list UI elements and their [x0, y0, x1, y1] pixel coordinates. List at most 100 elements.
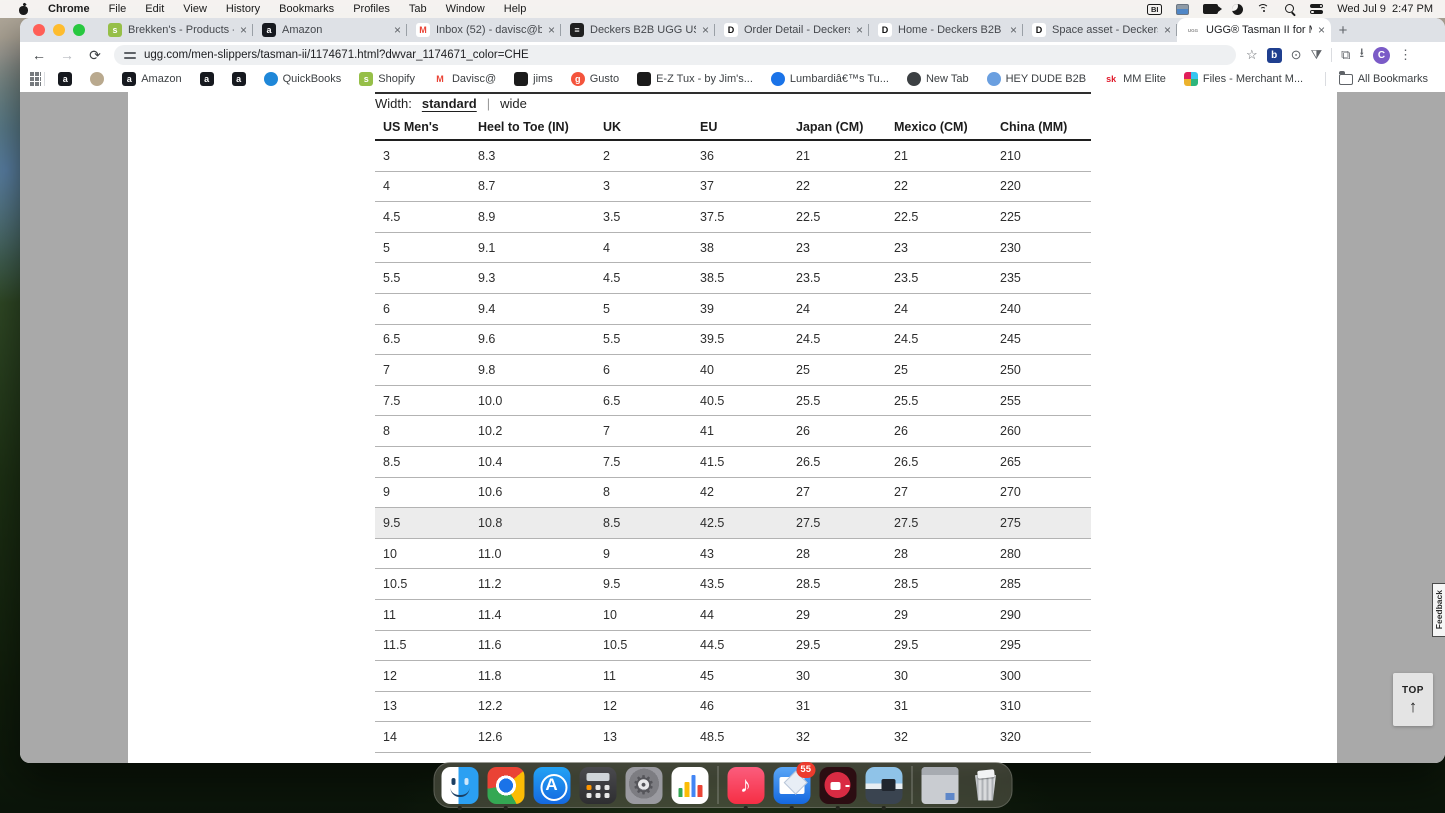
bookmark-shopify[interactable]: sShopify [350, 72, 424, 86]
bookmark-lumbardi-s-tu[interactable]: Lumbardiâ€™s Tu... [762, 72, 898, 86]
camera-app-icon[interactable] [1203, 2, 1218, 16]
menu-item-help[interactable]: Help [504, 3, 527, 15]
spotlight-search-icon[interactable] [1285, 2, 1296, 16]
new-tab-button[interactable]: + [1331, 18, 1355, 42]
bookmark-amazon[interactable]: a [49, 72, 81, 86]
bookmark-amazon[interactable]: a [191, 72, 223, 86]
bookmark-b2b[interactable]: B2B [1312, 73, 1321, 85]
menu-item-history[interactable]: History [226, 3, 260, 15]
bookmark-gusto[interactable]: gGusto [562, 72, 628, 86]
browser-tab[interactable]: MInbox (52) - davisc@brekken× [407, 18, 561, 42]
forward-button[interactable]: → [58, 47, 76, 63]
site-settings-icon[interactable] [124, 50, 136, 60]
window-app-icon[interactable] [1176, 2, 1189, 16]
browser-tab[interactable]: ≡Deckers B2B UGG US Portal× [561, 18, 715, 42]
reading-mode-icon[interactable]: ⧉ [1341, 47, 1350, 63]
table-row[interactable]: 910.68422727270 [375, 478, 1091, 509]
downloads-icon[interactable]: ⭳ [1359, 44, 1364, 66]
dock-item-chrome[interactable] [487, 767, 524, 804]
wifi-icon[interactable] [1257, 2, 1271, 16]
table-row[interactable]: 7.510.06.540.525.525.5255 [375, 386, 1091, 417]
table-row[interactable]: 4.58.93.537.522.522.5225 [375, 202, 1091, 233]
table-row[interactable]: 59.14382323230 [375, 233, 1091, 264]
table-row[interactable]: 38.32362121210 [375, 141, 1091, 172]
reload-button[interactable]: ⟳ [86, 47, 104, 64]
close-window-button[interactable] [33, 24, 45, 36]
chrome-menu-icon[interactable]: ⋮ [1399, 47, 1412, 63]
menu-app-name[interactable]: Chrome [48, 3, 90, 15]
table-row[interactable]: 1211.811453030300 [375, 661, 1091, 692]
bookmark-mm-elite[interactable]: skMM Elite [1095, 72, 1175, 86]
table-row[interactable]: 48.73372222220 [375, 172, 1091, 203]
feedback-button[interactable]: Feedback [1432, 583, 1445, 637]
browser-tab[interactable]: DSpace asset - Deckers Asset× [1023, 18, 1177, 42]
width-option-standard[interactable]: standard [422, 96, 477, 111]
bookmark-e-z-tux-by-jim-s[interactable]: E-Z Tux - by Jim's... [628, 72, 762, 86]
width-option-wide[interactable]: wide [500, 96, 527, 111]
bi-app-icon[interactable]: BI [1147, 2, 1162, 16]
back-button[interactable]: ← [30, 47, 48, 63]
dock-item-photos[interactable] [865, 767, 902, 804]
menu-item-window[interactable]: Window [446, 3, 485, 15]
dock-item-trash[interactable] [967, 767, 1004, 804]
dock-item-minimized-window[interactable] [921, 767, 958, 804]
tab-close-icon[interactable]: × [856, 24, 863, 36]
table-row[interactable]: 1412.61348.53232320 [375, 722, 1091, 753]
dock-item-system-settings[interactable] [625, 767, 662, 804]
tab-close-icon[interactable]: × [1318, 24, 1325, 36]
apps-grid-icon[interactable] [30, 72, 40, 86]
address-bar[interactable]: ugg.com/men-slippers/tasman-ii/1174671.h… [114, 45, 1236, 65]
bookmark-amazon[interactable]: aAmazon [113, 72, 190, 86]
menu-bar-clock[interactable]: Wed Jul 9 2:47 PM [1337, 3, 1433, 15]
tab-close-icon[interactable]: × [394, 24, 401, 36]
screenshot-extension-icon[interactable]: ⊙ [1291, 47, 1302, 63]
table-row[interactable]: 5.59.34.538.523.523.5235 [375, 263, 1091, 294]
table-row[interactable]: 8.510.47.541.526.526.5265 [375, 447, 1091, 478]
bookmark-new-tab[interactable]: New Tab [898, 72, 978, 86]
apple-menu-icon[interactable] [18, 3, 29, 15]
tab-close-icon[interactable]: × [1164, 24, 1171, 36]
table-row[interactable]: 1111.410442929290 [375, 600, 1091, 631]
bookmark-amazon[interactable]: a [223, 72, 255, 86]
browser-tab[interactable]: DHome - Deckers B2B Order C× [869, 18, 1023, 42]
dock-item-numbers[interactable] [671, 767, 708, 804]
extensions-puzzle-icon[interactable]: ⧩ [1311, 47, 1323, 63]
tab-close-icon[interactable]: × [702, 24, 709, 36]
tab-close-icon[interactable]: × [240, 24, 247, 36]
zoom-window-button[interactable] [73, 24, 85, 36]
menu-item-tab[interactable]: Tab [409, 3, 427, 15]
menu-item-profiles[interactable]: Profiles [353, 3, 390, 15]
profile-avatar[interactable]: C [1373, 47, 1390, 64]
dock-item-app-store[interactable] [533, 767, 570, 804]
table-row[interactable]: 79.86402525250 [375, 355, 1091, 386]
table-row[interactable]: 810.27412626260 [375, 416, 1091, 447]
browser-tab[interactable]: UGGUGG® Tasman II for Men | UG× [1177, 18, 1331, 42]
browser-tab[interactable]: aAmazon× [253, 18, 407, 42]
minimize-window-button[interactable] [53, 24, 65, 36]
browser-tab[interactable]: sBrekken's - Products - UGG®× [99, 18, 253, 42]
bookmark-hey-dude-b2b[interactable]: HEY DUDE B2B [978, 72, 1096, 86]
table-row[interactable]: 10.511.29.543.528.528.5285 [375, 569, 1091, 600]
back-to-top-button[interactable]: TOP ↑ [1393, 673, 1433, 726]
table-row[interactable]: 1312.212463131310 [375, 692, 1091, 723]
dock-item-mail[interactable]: 55 [773, 767, 810, 804]
menu-item-bookmarks[interactable]: Bookmarks [279, 3, 334, 15]
table-row[interactable]: 1011.09432828280 [375, 539, 1091, 570]
table-row[interactable]: 11.511.610.544.529.529.5295 [375, 631, 1091, 662]
table-row[interactable]: 6.59.65.539.524.524.5245 [375, 325, 1091, 356]
table-row[interactable]: 9.510.88.542.527.527.5275 [375, 508, 1091, 539]
bookmark-star-icon[interactable]: ☆ [1246, 47, 1258, 63]
control-center-icon[interactable] [1310, 2, 1323, 16]
dock-item-video-camera-app[interactable] [819, 767, 856, 804]
bookmark-files-merchant-m[interactable]: Files - Merchant M... [1175, 72, 1312, 86]
bookmark-site-round[interactable] [81, 72, 113, 86]
bookmark-jims[interactable]: jims [505, 72, 562, 86]
tab-close-icon[interactable]: × [1010, 24, 1017, 36]
extension-b-icon[interactable]: b [1267, 48, 1282, 63]
moon-focus-icon[interactable] [1232, 2, 1243, 16]
menu-item-view[interactable]: View [183, 3, 207, 15]
table-row[interactable]: 69.45392424240 [375, 294, 1091, 325]
dock-item-calculator[interactable] [579, 767, 616, 804]
bookmark-quickbooks[interactable]: QuickBooks [255, 72, 351, 86]
all-bookmarks-button[interactable]: All Bookmarks [1330, 73, 1437, 85]
